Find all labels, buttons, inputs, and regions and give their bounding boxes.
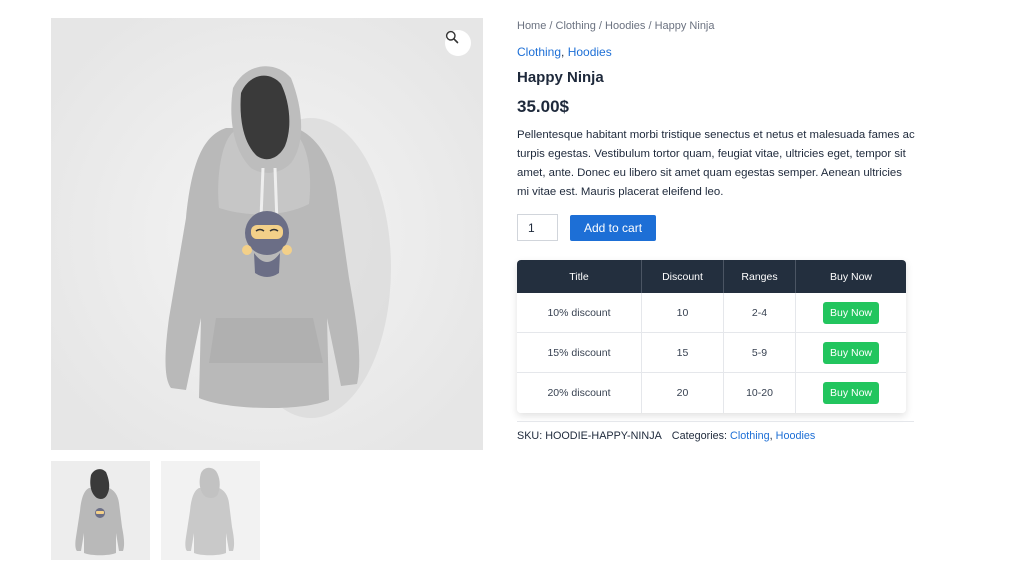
thumbnail-hoodie-back[interactable] — [161, 461, 260, 560]
column-header-buy-now: Buy Now — [796, 260, 906, 293]
magnifier-icon — [445, 30, 459, 44]
discount-value-cell: 20 — [642, 373, 724, 413]
product-description: Pellentesque habitant morbi tristique se… — [517, 129, 915, 198]
product-title: Happy Ninja — [517, 69, 604, 86]
discount-table: Title Discount Ranges Buy Now 10% discou… — [517, 260, 906, 413]
hoodie-back-thumbnail-image — [161, 461, 260, 560]
discount-range-cell: 2-4 — [724, 293, 796, 333]
breadcrumb-clothing[interactable]: Clothing — [556, 20, 596, 32]
buy-now-cell: Buy Now — [796, 293, 906, 333]
discount-value-cell: 10 — [642, 293, 724, 333]
discount-value-cell: 15 — [642, 333, 724, 373]
breadcrumb-separator: / — [546, 20, 556, 32]
table-row: 10% discount 10 2-4 Buy Now — [517, 293, 906, 333]
add-to-cart-form: Add to cart — [517, 214, 657, 241]
category-link-clothing[interactable]: Clothing — [517, 45, 561, 59]
sku-value: HOODIE-HAPPY-NINJA — [545, 430, 662, 442]
zoom-button[interactable] — [445, 30, 471, 56]
category-link-hoodies[interactable]: Hoodies — [568, 45, 612, 59]
product-meta: SKU: HOODIE-HAPPY-NINJA Categories: Cloth… — [517, 430, 815, 442]
meta-category-hoodies[interactable]: Hoodies — [776, 430, 816, 442]
column-header-discount: Discount — [642, 260, 724, 293]
buy-now-button[interactable]: Buy Now — [822, 382, 879, 404]
main-product-image[interactable] — [51, 18, 483, 450]
breadcrumb-current: Happy Ninja — [654, 20, 715, 32]
thumbnail-hoodie-front[interactable] — [51, 461, 150, 560]
buy-now-cell: Buy Now — [796, 333, 906, 373]
discount-range-cell: 10-20 — [724, 373, 796, 413]
meta-divider — [517, 421, 914, 422]
category-links: Clothing, Hoodies — [517, 45, 612, 59]
discount-title-cell: 15% discount — [517, 333, 642, 373]
quantity-input[interactable] — [517, 214, 558, 241]
buy-now-cell: Buy Now — [796, 373, 906, 413]
table-row: 20% discount 20 10-20 Buy Now — [517, 373, 906, 413]
sku-label: SKU: — [517, 430, 546, 442]
column-header-title: Title — [517, 260, 642, 293]
table-row: 15% discount 15 5-9 Buy Now — [517, 333, 906, 373]
hoodie-front-image — [51, 18, 483, 450]
category-separator: , — [561, 45, 568, 59]
meta-category-clothing[interactable]: Clothing — [730, 430, 770, 442]
discount-title-cell: 20% discount — [517, 373, 642, 413]
add-to-cart-button[interactable]: Add to cart — [570, 214, 657, 241]
product-price: 35.00$ — [517, 97, 569, 116]
categories-label: Categories: — [671, 430, 731, 442]
column-header-ranges: Ranges — [724, 260, 796, 293]
discount-range-cell: 5-9 — [724, 333, 796, 373]
buy-now-button[interactable]: Buy Now — [822, 341, 879, 364]
discount-title-cell: 10% discount — [517, 293, 642, 333]
breadcrumb-home[interactable]: Home — [517, 20, 546, 32]
buy-now-button[interactable]: Buy Now — [822, 301, 879, 324]
hoodie-front-thumbnail-image — [51, 461, 150, 560]
breadcrumb-hoodies[interactable]: Hoodies — [605, 20, 645, 32]
breadcrumb-separator: / — [645, 20, 655, 32]
breadcrumb-separator: / — [595, 20, 606, 32]
breadcrumb: Home / Clothing / Hoodies / Happy Ninja — [517, 20, 715, 32]
table-header-row: Title Discount Ranges Buy Now — [517, 260, 906, 293]
